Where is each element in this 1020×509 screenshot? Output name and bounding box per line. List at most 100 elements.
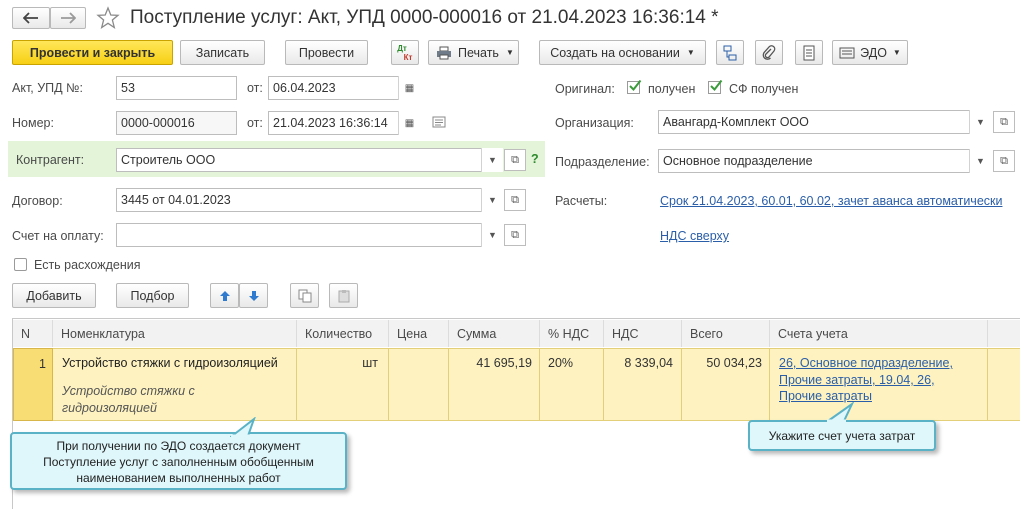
attachments-button[interactable] <box>755 40 783 65</box>
calendar-icon[interactable]: ▦ <box>398 111 420 135</box>
col-header-total[interactable]: Всего <box>682 320 770 347</box>
open-counterparty-icon[interactable]: ⧉ <box>504 149 526 171</box>
received-checkbox[interactable] <box>627 79 642 94</box>
edo-hint-line-3: наименованием выполненных работ <box>76 471 281 485</box>
vat-value: 8 339,04 <box>624 356 673 370</box>
col-header-vat-rate[interactable]: % НДС <box>540 320 604 347</box>
edo-hint-line-2: Поступление услуг с заполненным обобщенн… <box>43 455 314 469</box>
received-label: получен <box>648 82 696 96</box>
dropdown-arrow-icon: ▼ <box>686 48 695 57</box>
help-icon[interactable]: ? <box>531 152 539 166</box>
dt-icon-text: Дт <box>397 43 407 53</box>
act-date-input[interactable]: 06.04.2023 ▦ <box>268 76 420 100</box>
add-row-button[interactable]: Добавить <box>12 283 96 308</box>
quantity-cell[interactable]: шт <box>297 348 389 421</box>
forward-button[interactable] <box>50 7 86 29</box>
act-date-label: от: <box>247 81 263 95</box>
favorite-star-icon[interactable] <box>96 6 120 30</box>
paste-row-button[interactable] <box>329 283 358 308</box>
row-number: 1 <box>39 357 46 371</box>
number-label: Номер: <box>12 116 54 130</box>
edo-label: ЭДО <box>860 45 887 60</box>
act-number-label: Акт, УПД №: <box>12 81 83 95</box>
total-value: 50 034,23 <box>706 356 762 370</box>
dropdown-arrow-icon[interactable]: ▼ <box>969 149 991 173</box>
save-button[interactable]: Записать <box>180 40 265 65</box>
vat-rate-value: 20% <box>548 356 574 370</box>
settlements-link[interactable]: Срок 21.04.2023, 60.01, 60.02, зачет ава… <box>660 194 1016 208</box>
comment-icon[interactable] <box>432 116 446 128</box>
open-invoice-icon[interactable]: ⧉ <box>504 224 526 246</box>
accounts-cell[interactable]: 26, Основное подразделение, Прочие затра… <box>770 348 988 421</box>
paste-icon <box>338 289 349 302</box>
kt-icon-text: Кт <box>403 52 413 62</box>
contract-input[interactable]: 3445 от 04.01.2023 ▼ <box>116 188 503 212</box>
discrepancy-label: Есть расхождения <box>34 258 141 272</box>
accounts-link-line-1[interactable]: 26, Основное подразделение, <box>779 356 953 370</box>
contract-value: 3445 от 04.01.2023 <box>121 193 231 207</box>
vat-rate-cell[interactable]: 20% <box>540 348 604 421</box>
col-header-accounts[interactable]: Счета учета <box>770 320 988 347</box>
post-and-close-button[interactable]: Провести и закрыть <box>12 40 173 65</box>
dropdown-arrow-icon[interactable]: ▼ <box>969 110 991 134</box>
dt-kt-button[interactable]: Дт Кт <box>391 40 419 65</box>
col-header-vat[interactable]: НДС <box>604 320 682 347</box>
col-header-filler <box>988 320 1020 347</box>
sum-cell[interactable]: 41 695,19 <box>449 348 540 421</box>
unit-value: шт <box>362 356 378 370</box>
contract-label: Договор: <box>12 194 63 208</box>
col-header-nomenclature[interactable]: Номенклатура <box>53 320 297 347</box>
organization-input[interactable]: Авангард-Комплект ООО ▼ <box>658 110 991 134</box>
report-button[interactable] <box>795 40 823 65</box>
vat-link[interactable]: НДС сверху <box>660 229 729 243</box>
dropdown-arrow-icon[interactable]: ▼ <box>481 223 503 247</box>
counterparty-input[interactable]: Строитель ООО ▼ <box>116 148 503 172</box>
create-based-on-button[interactable]: Создать на основании ▼ <box>539 40 706 65</box>
open-department-icon[interactable]: ⧉ <box>993 150 1015 172</box>
discrepancy-checkbox[interactable] <box>14 258 27 271</box>
row-number-cell[interactable]: 1 <box>13 348 53 421</box>
move-up-button[interactable] <box>210 283 239 308</box>
nomenclature-value: Устройство стяжки с гидроизоляцией <box>62 356 278 370</box>
nomenclature-cell[interactable]: Устройство стяжки с гидроизоляцией Устро… <box>53 348 297 421</box>
open-contract-icon[interactable]: ⧉ <box>504 189 526 211</box>
edo-button[interactable]: ЭДО ▼ <box>832 40 908 65</box>
invoice-label: Счет на оплату: <box>12 229 104 243</box>
col-header-sum[interactable]: Сумма <box>449 320 540 347</box>
pick-button[interactable]: Подбор <box>116 283 189 308</box>
department-input[interactable]: Основное подразделение ▼ <box>658 149 991 173</box>
arrow-left-icon <box>23 12 38 24</box>
accounts-link-line-3[interactable]: Прочие затраты <box>779 389 872 403</box>
printer-icon <box>437 46 451 59</box>
open-organization-icon[interactable]: ⧉ <box>993 111 1015 133</box>
edo-hint-callout: При получении по ЭДО создается документ … <box>10 432 347 490</box>
dropdown-arrow-icon[interactable]: ▼ <box>481 188 503 212</box>
invoice-input[interactable]: ▼ <box>116 223 503 247</box>
dropdown-arrow-icon: ▼ <box>892 48 901 57</box>
account-hint-pointer <box>826 402 855 422</box>
vat-cell[interactable]: 8 339,04 <box>604 348 682 421</box>
department-label: Подразделение: <box>555 155 650 169</box>
dropdown-arrow-icon[interactable]: ▼ <box>481 148 503 172</box>
move-down-button[interactable] <box>239 283 268 308</box>
sf-received-checkbox[interactable] <box>708 79 723 94</box>
print-button[interactable]: Печать ▼ <box>428 40 519 65</box>
copy-row-button[interactable] <box>290 283 319 308</box>
number-date-input[interactable]: 21.04.2023 16:36:14 ▦ <box>268 111 420 135</box>
col-header-quantity[interactable]: Количество <box>297 320 389 347</box>
price-cell[interactable] <box>389 348 449 421</box>
back-button[interactable] <box>12 7 50 29</box>
number-input[interactable]: 0000-000016 <box>116 111 237 135</box>
col-header-n[interactable]: N <box>13 320 53 347</box>
sf-received-label: СФ получен <box>729 82 799 96</box>
act-number-input[interactable]: 53 <box>116 76 237 100</box>
accounts-link-line-2[interactable]: Прочие затраты, 19.04, 26, <box>779 373 935 387</box>
account-hint-text: Укажите счет учета затрат <box>768 428 916 443</box>
total-cell[interactable]: 50 034,23 <box>682 348 770 421</box>
col-header-price[interactable]: Цена <box>389 320 449 347</box>
edo-hint-pointer <box>230 417 256 437</box>
post-button[interactable]: Провести <box>285 40 368 65</box>
calendar-icon[interactable]: ▦ <box>398 76 420 100</box>
copy-icon <box>298 289 311 302</box>
structure-button[interactable] <box>716 40 744 65</box>
